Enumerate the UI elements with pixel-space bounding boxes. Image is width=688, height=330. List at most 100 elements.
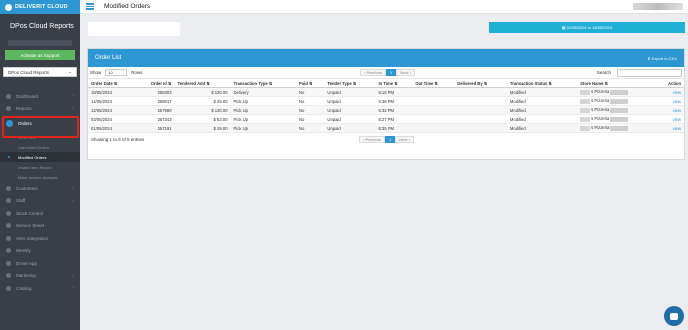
sidebar-item-catalog[interactable]: Catalog ›	[0, 282, 80, 295]
sidebar-item-service-sheet[interactable]: Service Sheet	[0, 220, 80, 233]
cell-paid: No	[295, 105, 325, 115]
redacted-block	[580, 89, 591, 95]
store-filter-box[interactable]	[88, 22, 180, 36]
cell-transaction-type: Pick Up	[230, 96, 296, 106]
sidebar-item-stock-control[interactable]: Stock Control	[0, 207, 80, 220]
cell-tender-type: Unpaid	[324, 87, 376, 97]
previous-page-button[interactable]: ‹ Previous	[360, 69, 387, 76]
next-label: Next	[400, 70, 409, 75]
redacted-block	[580, 116, 591, 122]
sidebar-subitem-invalid-item-report[interactable]: Invalid Item Report	[0, 162, 80, 172]
sidebar-item-xero-integration[interactable]: Xero Integration	[0, 232, 80, 245]
sidebar-item-reports[interactable]: Reports ›	[0, 103, 80, 116]
panel-title: Order List	[95, 55, 122, 61]
next-page-button[interactable]: Next ›	[396, 69, 415, 76]
sidebar-item-driver-app[interactable]: Driver App	[0, 257, 80, 270]
previous-page-button[interactable]: ‹ Previous	[359, 136, 386, 143]
col-store-name[interactable]: Store Name ⇅	[577, 78, 657, 88]
sidebar-item-staff[interactable]: Staff ›	[0, 195, 80, 208]
col-order-date[interactable]: Order Date ⇅	[88, 78, 136, 88]
col-tender-type[interactable]: Tender Type ⇅	[324, 78, 376, 88]
sidebar-title: DPos Cloud Reports	[10, 23, 74, 30]
chevron-right-icon: ›	[72, 185, 74, 192]
view-link[interactable]: view	[656, 105, 684, 115]
col-transaction-type[interactable]: Transaction Type ⇅	[230, 78, 296, 88]
sidebar-subitem-make-invoice-analysis[interactable]: Make Invoice Analysis	[0, 172, 80, 182]
orders-highlight-annotation	[2, 116, 79, 138]
redacted-block	[580, 98, 591, 104]
cell-transaction-type: Pick Up	[230, 105, 296, 115]
sidebar-item-label: Stock Control	[16, 210, 44, 216]
customers-icon	[6, 185, 11, 191]
sidebar-subitem-cancelled-orders[interactable]: Cancelled Orders	[0, 142, 80, 152]
cell-order-id: 258303	[135, 87, 175, 97]
sidebar-item-dashboard[interactable]: Dashboard ›	[0, 90, 80, 103]
col-in-time[interactable]: In Time ⇅	[375, 78, 413, 88]
search-input[interactable]	[617, 68, 682, 77]
page-number-button[interactable]: 1	[385, 136, 396, 143]
chat-support-button[interactable]	[664, 306, 684, 326]
next-page-button[interactable]: Next ›	[395, 136, 414, 143]
cell-out-time	[412, 123, 455, 133]
sidebar-item-label: Reports	[16, 106, 32, 112]
sidebar-subitem-modified-orders[interactable]: Modified Orders	[0, 152, 80, 162]
sidebar-item-customers[interactable]: Customers ›	[0, 182, 80, 195]
activate-support-button[interactable]: Activate as Support	[5, 50, 75, 60]
col-transaction-status[interactable]: Transaction Status ⇅	[506, 78, 578, 88]
search-label: Search	[596, 70, 611, 75]
col-order-id[interactable]: Order Id ⇅	[135, 78, 175, 88]
panel-header: Order List ⬇ Export to CSV	[88, 49, 684, 67]
redacted-block	[610, 125, 629, 131]
col-delivered-by[interactable]: Delivered By ⇅	[454, 78, 507, 88]
brand-bar[interactable]: DELIVERIT CLOUD	[0, 0, 80, 14]
col-paid[interactable]: Paid ⇅	[295, 78, 325, 88]
orders-table: Order Date ⇅ Order Id ⇅ Tendered Amt ⇅ T…	[88, 78, 684, 133]
order-list-panel: Order List ⬇ Export to CSV Show 10 Rows …	[87, 48, 685, 160]
sidebar-item-marketing[interactable]: Marketing ›	[0, 270, 80, 283]
sidebar-item-weekly[interactable]: Weekly	[0, 245, 80, 258]
cell-in-time: 5:38 PM	[375, 96, 413, 106]
page-title: Modified Orders	[104, 3, 151, 10]
cell-order-date: 01/05/2024	[88, 123, 136, 133]
view-link[interactable]: view	[656, 96, 684, 106]
col-tendered-amt[interactable]: Tendered Amt ⇅	[174, 78, 231, 88]
stock-icon	[6, 210, 11, 216]
sidebar-item-label: Driver App	[16, 260, 38, 266]
user-menu-redacted[interactable]	[633, 3, 683, 10]
previous-label: Previous	[366, 70, 383, 75]
view-link[interactable]: view	[656, 123, 684, 133]
cell-tender-type: Unpaid	[324, 114, 376, 124]
store-select[interactable]: DPos Cloud Reports ⌄	[3, 67, 77, 77]
pagination-top: ‹ Previous 1 Next ›	[360, 69, 415, 76]
chevron-right-icon: ›	[72, 105, 74, 112]
sidebar-item-label: Marketing	[16, 273, 36, 279]
sidebar-subtitle-redacted	[8, 40, 72, 46]
cell-store-name: s Pizzeria	[577, 105, 657, 115]
view-link[interactable]: view	[656, 87, 684, 97]
export-csv-link[interactable]: ⬇ Export to CSV	[647, 56, 677, 61]
cell-delivered-by	[454, 105, 507, 115]
cell-store-name: s Pizzeria	[577, 87, 657, 97]
cell-transaction-type: Pick Up	[230, 114, 296, 124]
cell-out-time	[412, 114, 455, 124]
cell-order-id: 257989	[135, 105, 175, 115]
cell-paid: No	[295, 114, 325, 124]
sidebar-item-label: Dashboard	[16, 93, 39, 99]
page-number-button[interactable]: 1	[386, 69, 397, 76]
cell-delivered-by	[454, 87, 507, 97]
reports-icon	[6, 106, 11, 112]
xero-icon	[6, 235, 11, 241]
deliverit-logo-icon	[5, 3, 12, 11]
sidebar-item-label: Staff	[16, 198, 26, 204]
cell-tendered-amt: $ 130.00	[174, 105, 231, 115]
redacted-block	[580, 107, 591, 113]
cell-paid: No	[295, 87, 325, 97]
col-out-time[interactable]: Out Time ⇅	[412, 78, 455, 88]
redacted-block	[580, 125, 591, 131]
view-link[interactable]: view	[656, 114, 684, 124]
entries-info: Showing 1 to 5 of 5 entries	[91, 137, 145, 142]
cell-tendered-amt: $ 63.00	[174, 114, 231, 124]
hamburger-menu-icon[interactable]	[86, 3, 94, 10]
date-range-button[interactable]: ▦ 01/05/2024 to 18/05/2024	[489, 22, 685, 33]
rows-per-page-select[interactable]: 10	[105, 69, 128, 76]
